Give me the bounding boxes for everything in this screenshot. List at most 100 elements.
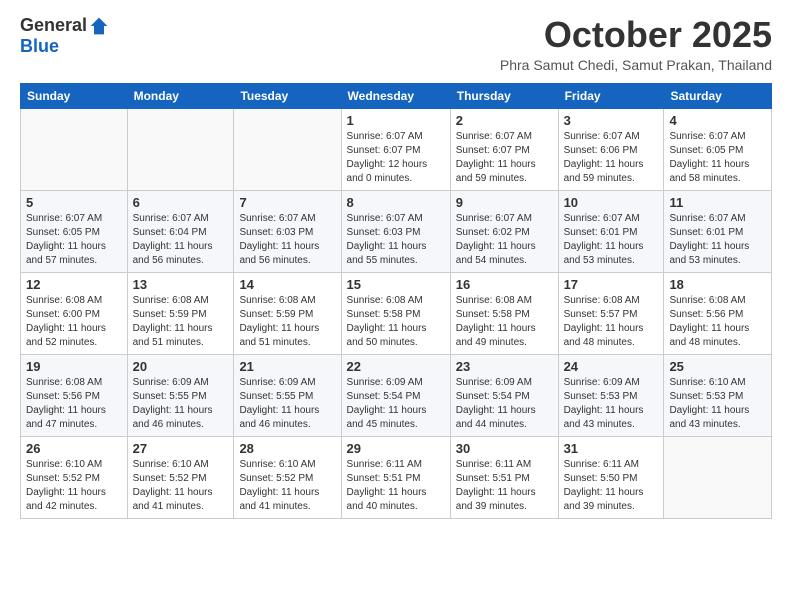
day-number: 20 [133, 359, 229, 374]
day-info: Sunrise: 6:09 AMSunset: 5:54 PMDaylight:… [347, 376, 445, 432]
calendar-cell: 30Sunrise: 6:11 AMSunset: 5:51 PMDayligh… [450, 436, 558, 518]
logo-icon [89, 16, 109, 36]
day-info: Sunrise: 6:07 AMSunset: 6:06 PMDaylight:… [564, 130, 659, 186]
day-number: 1 [347, 113, 445, 128]
logo: General Blue [20, 15, 109, 57]
day-info: Sunrise: 6:11 AMSunset: 5:51 PMDaylight:… [347, 458, 445, 514]
day-number: 21 [239, 359, 335, 374]
day-info: Sunrise: 6:07 AMSunset: 6:03 PMDaylight:… [347, 212, 445, 268]
day-info: Sunrise: 6:08 AMSunset: 5:58 PMDaylight:… [456, 294, 553, 350]
day-info: Sunrise: 6:07 AMSunset: 6:02 PMDaylight:… [456, 212, 553, 268]
day-info: Sunrise: 6:07 AMSunset: 6:01 PMDaylight:… [564, 212, 659, 268]
day-number: 26 [26, 441, 122, 456]
day-info: Sunrise: 6:08 AMSunset: 6:00 PMDaylight:… [26, 294, 122, 350]
calendar-cell: 29Sunrise: 6:11 AMSunset: 5:51 PMDayligh… [341, 436, 450, 518]
calendar-cell: 1Sunrise: 6:07 AMSunset: 6:07 PMDaylight… [341, 108, 450, 190]
day-number: 17 [564, 277, 659, 292]
day-number: 27 [133, 441, 229, 456]
calendar-header: SundayMondayTuesdayWednesdayThursdayFrid… [21, 83, 772, 108]
title-block: October 2025 Phra Samut Chedi, Samut Pra… [500, 15, 772, 73]
calendar-cell: 9 Sunrise: 6:07 AMSunset: 6:02 PMDaylight… [450, 190, 558, 272]
day-info: Sunrise: 6:07 AMSunset: 6:05 PMDaylight:… [26, 212, 122, 268]
day-number: 2 [456, 113, 553, 128]
day-number: 12 [26, 277, 122, 292]
day-info: Sunrise: 6:08 AMSunset: 5:59 PMDaylight:… [133, 294, 229, 350]
day-info: Sunrise: 6:09 AMSunset: 5:54 PMDaylight:… [456, 376, 553, 432]
calendar-cell: 10 Sunrise: 6:07 AMSunset: 6:01 PMDayligh… [558, 190, 664, 272]
day-info: Sunrise: 6:08 AMSunset: 5:58 PMDaylight:… [347, 294, 445, 350]
weekday-header-row: SundayMondayTuesdayWednesdayThursdayFrid… [21, 83, 772, 108]
calendar-cell: 19 Sunrise: 6:08 AMSunset: 5:56 PMDayligh… [21, 354, 128, 436]
calendar-cell: 15 Sunrise: 6:08 AMSunset: 5:58 PMDayligh… [341, 272, 450, 354]
calendar-table: SundayMondayTuesdayWednesdayThursdayFrid… [20, 83, 772, 519]
calendar-cell [664, 436, 772, 518]
day-number: 10 [564, 195, 659, 210]
day-number: 25 [669, 359, 766, 374]
calendar-cell: 5Sunrise: 6:07 AMSunset: 6:05 PMDaylight… [21, 190, 128, 272]
calendar-cell: 23 Sunrise: 6:09 AMSunset: 5:54 PMDayligh… [450, 354, 558, 436]
calendar-week-row: 1 Sunrise: 6:07 AMSunset: 6:07 PMDaylight… [21, 108, 772, 190]
day-info: Sunrise: 6:07 AMSunset: 6:01 PMDaylight:… [669, 212, 766, 268]
calendar-cell: 7 Sunrise: 6:07 AMSunset: 6:03 PMDaylight… [234, 190, 341, 272]
day-number: 15 [347, 277, 445, 292]
calendar-cell: 12 Sunrise: 6:08 AMSunset: 6:00 PMDayligh… [21, 272, 128, 354]
day-info: Sunrise: 6:07 AMSunset: 6:03 PMDaylight:… [239, 212, 335, 268]
calendar-cell: 8 Sunrise: 6:07 AMSunset: 6:03 PMDaylight… [341, 190, 450, 272]
calendar-cell: 11 Sunrise: 6:07 AMSunset: 6:01 PMDayligh… [664, 190, 772, 272]
day-info: Sunrise: 6:09 AMSunset: 5:55 PMDaylight:… [133, 376, 229, 432]
day-info: Sunrise: 6:10 AMSunset: 5:52 PMDaylight:… [26, 458, 122, 514]
day-info: Sunrise: 6:07 AMSunset: 6:07 PMDaylight:… [456, 130, 553, 186]
day-number: 23 [456, 359, 553, 374]
day-number: 6 [133, 195, 229, 210]
day-number: 7 [239, 195, 335, 210]
calendar-cell [21, 108, 128, 190]
weekday-header-saturday: Saturday [664, 83, 772, 108]
calendar-week-row: 19 Sunrise: 6:08 AMSunset: 5:56 PMDayligh… [21, 354, 772, 436]
day-info: Sunrise: 6:11 AMSunset: 5:50 PMDaylight:… [564, 458, 659, 514]
calendar-week-row: 5Sunrise: 6:07 AMSunset: 6:05 PMDaylight… [21, 190, 772, 272]
day-number: 18 [669, 277, 766, 292]
day-number: 28 [239, 441, 335, 456]
day-number: 11 [669, 195, 766, 210]
calendar-cell: 2 Sunrise: 6:07 AMSunset: 6:07 PMDaylight… [450, 108, 558, 190]
calendar-cell: 3 Sunrise: 6:07 AMSunset: 6:06 PMDaylight… [558, 108, 664, 190]
weekday-header-thursday: Thursday [450, 83, 558, 108]
calendar-cell: 22Sunrise: 6:09 AMSunset: 5:54 PMDayligh… [341, 354, 450, 436]
month-title: October 2025 [500, 15, 772, 55]
day-info: Sunrise: 6:09 AMSunset: 5:55 PMDaylight:… [239, 376, 335, 432]
weekday-header-monday: Monday [127, 83, 234, 108]
day-info: Sunrise: 6:08 AMSunset: 5:57 PMDaylight:… [564, 294, 659, 350]
day-info: Sunrise: 6:07 AMSunset: 6:05 PMDaylight:… [669, 130, 766, 186]
calendar-cell: 25Sunrise: 6:10 AMSunset: 5:53 PMDayligh… [664, 354, 772, 436]
day-number: 3 [564, 113, 659, 128]
weekday-header-tuesday: Tuesday [234, 83, 341, 108]
logo-general-text: General [20, 15, 87, 36]
day-number: 8 [347, 195, 445, 210]
calendar-cell [234, 108, 341, 190]
calendar-cell: 18Sunrise: 6:08 AMSunset: 5:56 PMDayligh… [664, 272, 772, 354]
calendar-page: General Blue October 2025 Phra Samut Che… [0, 0, 792, 612]
day-info: Sunrise: 6:08 AMSunset: 5:59 PMDaylight:… [239, 294, 335, 350]
calendar-cell: 21 Sunrise: 6:09 AMSunset: 5:55 PMDayligh… [234, 354, 341, 436]
day-info: Sunrise: 6:08 AMSunset: 5:56 PMDaylight:… [26, 376, 122, 432]
calendar-week-row: 12 Sunrise: 6:08 AMSunset: 6:00 PMDayligh… [21, 272, 772, 354]
day-number: 14 [239, 277, 335, 292]
calendar-cell: 13Sunrise: 6:08 AMSunset: 5:59 PMDayligh… [127, 272, 234, 354]
day-number: 24 [564, 359, 659, 374]
day-number: 9 [456, 195, 553, 210]
day-info: Sunrise: 6:10 AMSunset: 5:52 PMDaylight:… [133, 458, 229, 514]
location-subtitle: Phra Samut Chedi, Samut Prakan, Thailand [500, 57, 772, 73]
day-info: Sunrise: 6:09 AMSunset: 5:53 PMDaylight:… [564, 376, 659, 432]
weekday-header-wednesday: Wednesday [341, 83, 450, 108]
day-info: Sunrise: 6:11 AMSunset: 5:51 PMDaylight:… [456, 458, 553, 514]
weekday-header-friday: Friday [558, 83, 664, 108]
calendar-cell: 24 Sunrise: 6:09 AMSunset: 5:53 PMDayligh… [558, 354, 664, 436]
day-info: Sunrise: 6:07 AMSunset: 6:04 PMDaylight:… [133, 212, 229, 268]
day-number: 19 [26, 359, 122, 374]
calendar-cell: 17 Sunrise: 6:08 AMSunset: 5:57 PMDayligh… [558, 272, 664, 354]
calendar-cell: 31Sunrise: 6:11 AMSunset: 5:50 PMDayligh… [558, 436, 664, 518]
calendar-cell: 14 Sunrise: 6:08 AMSunset: 5:59 PMDayligh… [234, 272, 341, 354]
calendar-cell: 6 Sunrise: 6:07 AMSunset: 6:04 PMDaylight… [127, 190, 234, 272]
weekday-header-sunday: Sunday [21, 83, 128, 108]
calendar-body: 1 Sunrise: 6:07 AMSunset: 6:07 PMDaylight… [21, 108, 772, 518]
